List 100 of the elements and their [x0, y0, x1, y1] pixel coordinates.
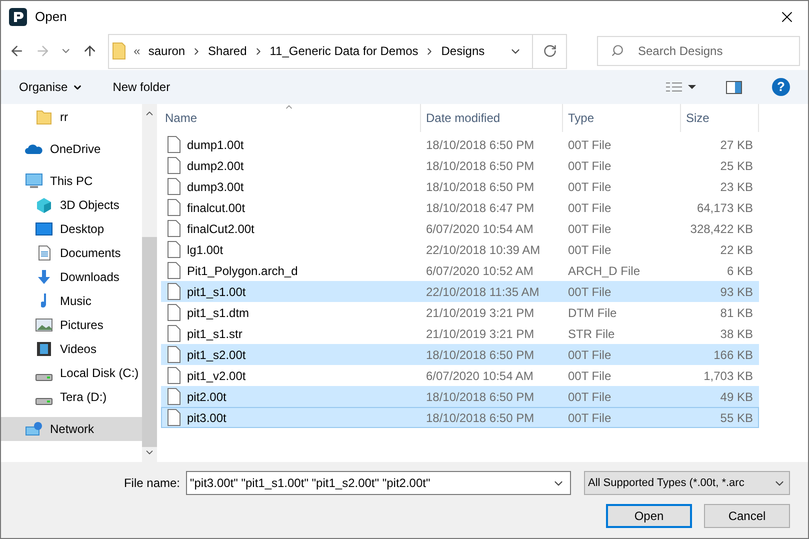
file-name: dump3.00t — [187, 178, 244, 196]
file-row[interactable]: finalcut.00t 18/10/2018 6:47 PM 00T File 64,173 KB — [161, 197, 759, 218]
date-cell-text: 18/10/2018 6:50 PM — [425, 410, 536, 426]
file-icon — [167, 283, 181, 300]
type-cell-text: STR File — [567, 326, 616, 342]
size-cell-text: 38 KB — [719, 326, 753, 342]
open-button[interactable]: Open — [606, 504, 692, 528]
file-row[interactable]: pit1_s1.str 21/10/2019 3:21 PM STR File 38 KB — [161, 323, 759, 344]
file-name-field[interactable]: "pit3.00t" "pit1_s1.00t" "pit1_s2.00t" "pit2.00t" — [186, 471, 571, 495]
folder-icon — [35, 109, 53, 125]
file-row[interactable]: finalCut2.00t 6/07/2020 10:54 AM 00T File 328,422 KB — [161, 218, 759, 239]
sidebar-item[interactable]: This PC — [1, 169, 142, 193]
window-title: Open — [35, 8, 68, 26]
picture-icon — [35, 317, 53, 333]
address-bar[interactable]: « sauron Shared 11_Generic Data for Demos Designs — [108, 34, 568, 68]
file-row[interactable]: pit1_s1.dtm 21/10/2019 3:21 PM DTM File 81 KB — [161, 302, 759, 323]
sidebar-item[interactable]: rr — [1, 105, 142, 129]
file-icon — [167, 262, 181, 279]
date-cell-text: 22/10/2018 10:39 AM — [425, 242, 542, 258]
file-name: pit1_s1.00t — [187, 284, 246, 300]
date-cell-text: 18/10/2018 6:50 PM — [425, 158, 536, 174]
search-field[interactable]: Search Designs — [597, 36, 800, 66]
scrollbar[interactable] — [142, 104, 157, 462]
music-note-icon — [40, 293, 48, 309]
file-row[interactable]: pit2.00t 18/10/2018 6:50 PM 00T File 49 KB — [161, 386, 759, 407]
sidebar-item[interactable]: Pictures — [1, 313, 142, 337]
sidebar-item[interactable]: Documents — [1, 241, 142, 265]
sidebar-item[interactable]: Local Disk (C:) — [1, 361, 142, 385]
sidebar-item[interactable]: Tera (D:) — [1, 385, 142, 409]
up-icon[interactable] — [82, 43, 98, 59]
date-cell-text: 6/07/2020 10:54 AM — [425, 368, 534, 384]
sidebar-item[interactable]: Downloads — [1, 265, 142, 289]
file-name: pit1_v2.00t — [187, 368, 246, 384]
breadcrumb[interactable]: Shared — [208, 42, 247, 60]
refresh-icon[interactable] — [542, 44, 557, 58]
sidebar-item[interactable]: Music — [1, 289, 142, 313]
file-row[interactable]: dump2.00t 18/10/2018 6:50 PM 00T File 25 KB — [161, 155, 759, 176]
overflow-chevron[interactable]: « — [134, 42, 140, 60]
size-cell-text: 328,422 KB — [689, 220, 753, 238]
breadcrumb[interactable]: sauron — [148, 42, 186, 60]
type-cell-text: 00T File — [567, 284, 612, 300]
file-type-dropdown[interactable]: All Supported Types (*.00t, *.arc — [584, 471, 790, 495]
download-icon — [35, 269, 53, 285]
view-options-icon[interactable] — [666, 81, 696, 93]
file-row[interactable]: pit1_s1.00t 22/10/2018 11:35 AM 00T File 93 KB — [161, 281, 759, 302]
file-name: Pit1_Polygon.arch_d — [187, 262, 298, 280]
file-row[interactable]: pit1_s2.00t 18/10/2018 6:50 PM 00T File 166 KB — [161, 344, 759, 365]
date-cell-text: 22/10/2018 11:35 AM — [425, 284, 540, 300]
type-cell-text: 00T File — [567, 200, 612, 216]
type-cell-text: 00T File — [567, 136, 612, 154]
breadcrumb[interactable]: 11_Generic Data for Demos — [270, 42, 418, 60]
size-cell-text: 166 KB — [712, 346, 753, 364]
file-row[interactable]: pit3.00t 18/10/2018 6:50 PM 00T File 55 KB — [161, 407, 759, 428]
help-button[interactable]: ? — [772, 78, 790, 96]
breadcrumb[interactable]: Designs — [441, 42, 485, 60]
file-row[interactable]: dump3.00t 18/10/2018 6:50 PM 00T File 23 KB — [161, 176, 759, 197]
file-icon — [167, 346, 181, 363]
film-icon — [35, 341, 53, 357]
type-cell-text: 00T File — [567, 158, 612, 174]
type-cell-text: 00T File — [567, 242, 612, 258]
type-cell-text: DTM File — [567, 304, 618, 322]
type-cell-text: 00T File — [567, 178, 612, 196]
file-row[interactable]: lg1.00t 22/10/2018 10:39 AM 00T File 22 KB — [161, 239, 759, 260]
column-header[interactable]: Name — [161, 104, 421, 132]
cube-icon — [35, 197, 53, 213]
size-cell-text: 1,703 KB — [702, 368, 753, 384]
file-row[interactable]: Pit1_Polygon.arch_d 6/07/2020 10:52 AM ARCH_D File 6 KB — [161, 260, 759, 281]
back-icon[interactable] — [9, 43, 25, 59]
date-cell-text: 18/10/2018 6:47 PM — [425, 200, 536, 216]
date-cell-text: 6/07/2020 10:52 AM — [425, 262, 534, 280]
file-icon — [167, 367, 181, 384]
sidebar-item[interactable]: OneDrive — [1, 137, 142, 161]
column-header[interactable]: Date modified — [421, 104, 563, 132]
size-cell-text: 23 KB — [719, 178, 753, 196]
size-cell-text: 81 KB — [719, 304, 753, 322]
sidebar-item[interactable]: Desktop — [1, 217, 142, 241]
column-header[interactable]: Size — [681, 104, 759, 132]
file-row[interactable]: pit1_v2.00t 6/07/2020 10:54 AM 00T File 1,703 KB — [161, 365, 759, 386]
sidebar-item[interactable]: 3D Objects — [1, 193, 142, 217]
file-name: pit2.00t — [187, 388, 226, 406]
file-row[interactable]: dump1.00t 18/10/2018 6:50 PM 00T File 27 KB — [161, 134, 759, 155]
preview-pane-icon[interactable] — [726, 80, 742, 94]
folder-icon — [112, 42, 126, 60]
drive-icon — [35, 398, 53, 405]
file-icon — [167, 409, 181, 426]
drive-icon — [35, 374, 53, 381]
sidebar-item[interactable]: Network — [1, 417, 142, 441]
sidebar-item[interactable]: Videos — [1, 337, 142, 361]
type-cell-text: 00T File — [567, 410, 612, 426]
size-cell-text: 64,173 KB — [696, 200, 753, 216]
file-icon — [167, 220, 181, 237]
column-header[interactable]: Type — [563, 104, 681, 132]
cancel-button[interactable]: Cancel — [704, 504, 790, 528]
file-icon — [167, 199, 181, 216]
size-cell-text: 25 KB — [719, 158, 753, 174]
new-folder-button[interactable]: New folder — [112, 78, 170, 96]
size-cell-text: 55 KB — [719, 410, 753, 426]
file-name: pit3.00t — [187, 410, 226, 426]
file-name: finalCut2.00t — [187, 220, 254, 238]
organise-button[interactable]: Organise — [19, 78, 83, 96]
